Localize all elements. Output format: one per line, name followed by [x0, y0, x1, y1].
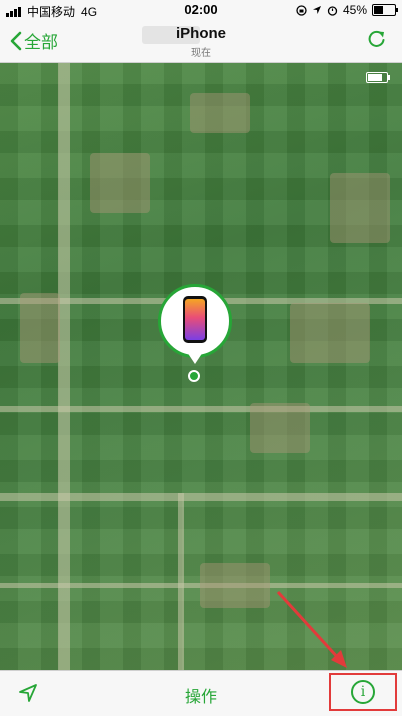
annotation-highlight-box	[329, 673, 397, 711]
annotation-arrow-icon	[276, 590, 347, 668]
